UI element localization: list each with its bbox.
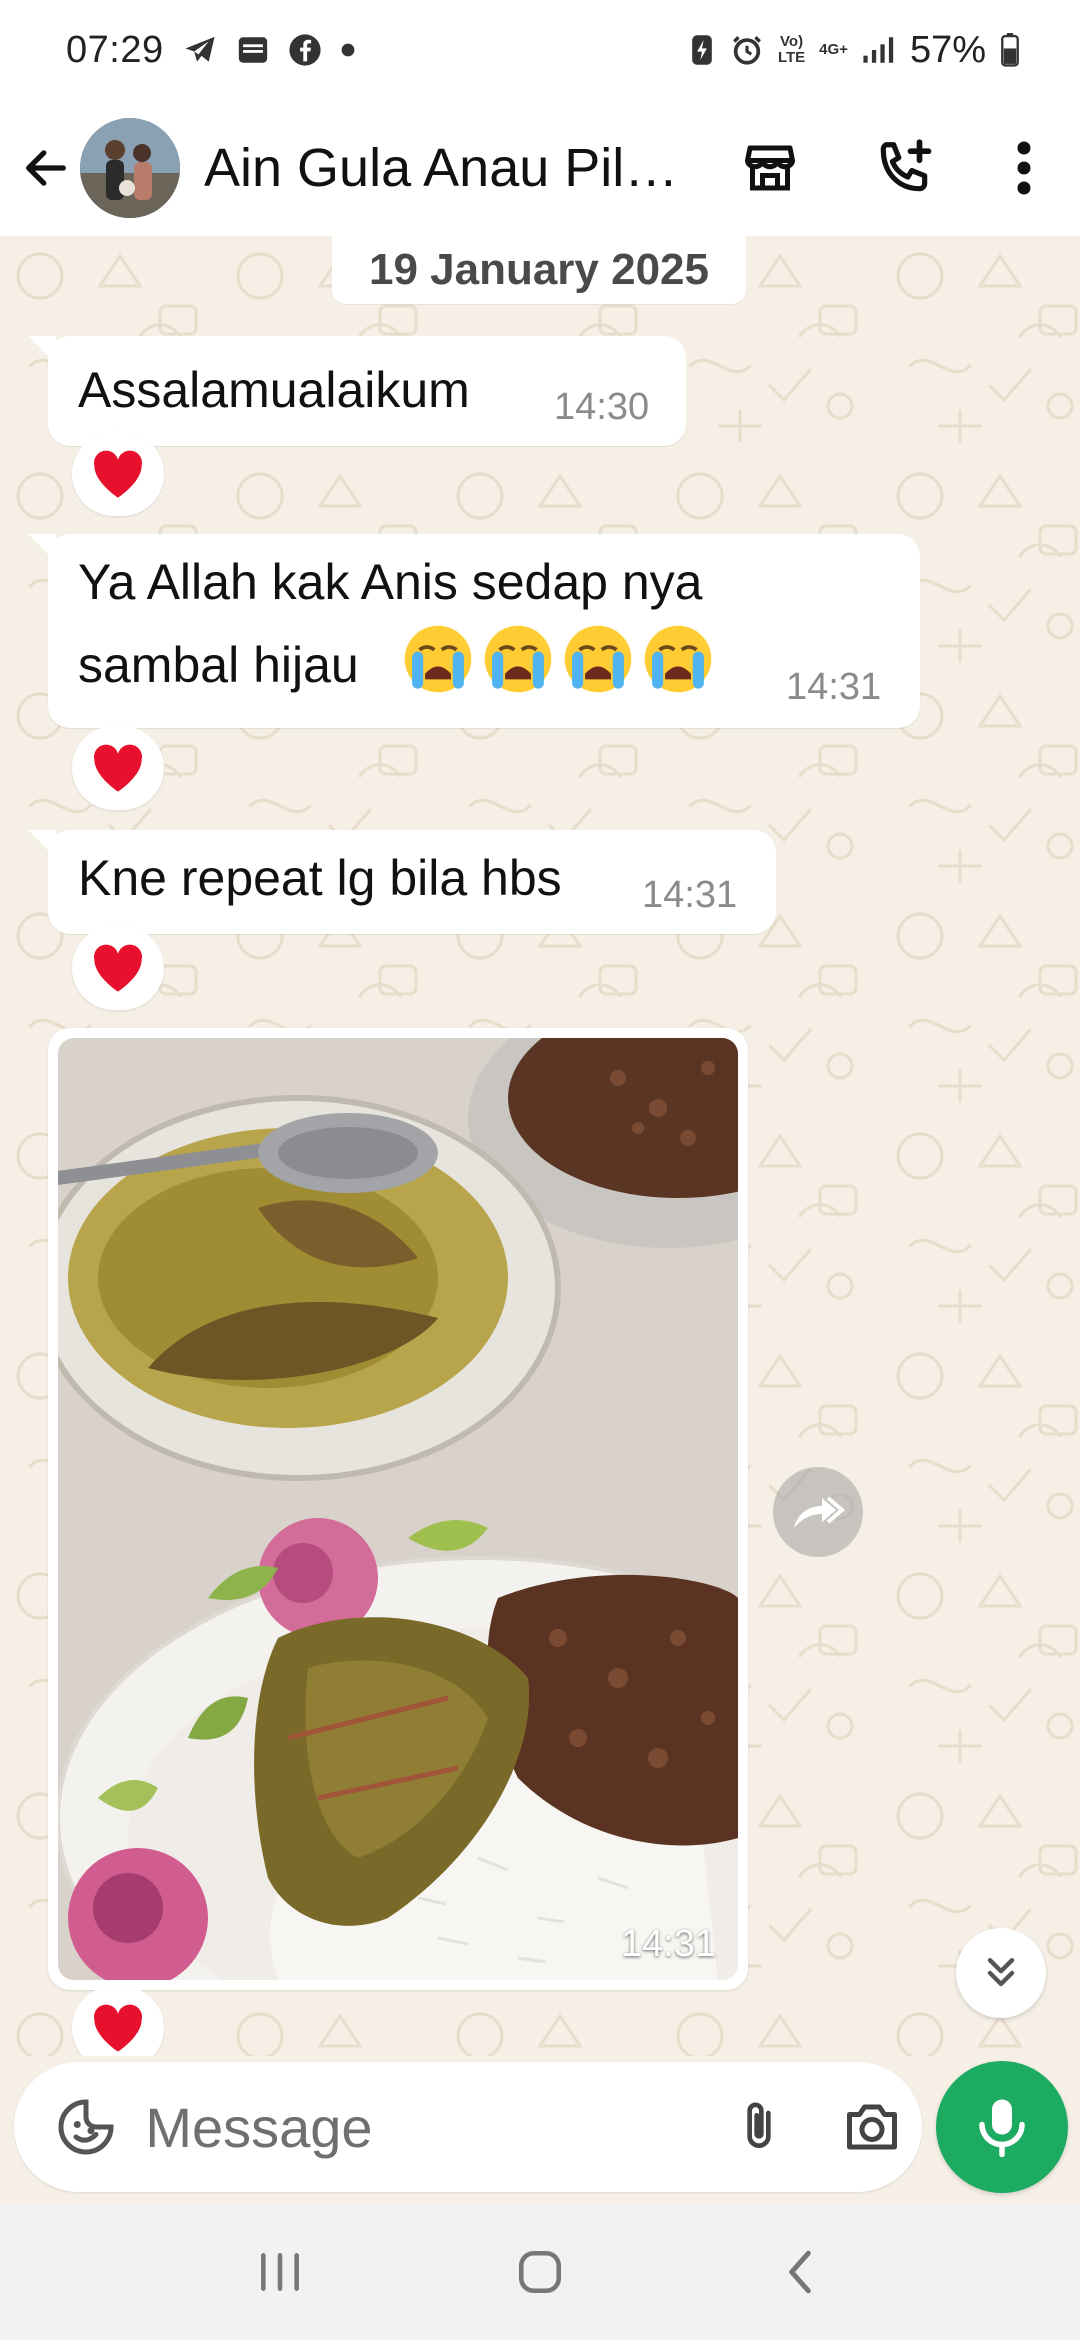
- nav-back-button[interactable]: [740, 2222, 860, 2322]
- reaction-badge[interactable]: [72, 926, 164, 1010]
- message-bubble[interactable]: Assalamualaikum 14:30: [48, 336, 686, 446]
- message-bubble[interactable]: Ya Allah kak Anis sedap nya sambal hijau…: [48, 534, 920, 728]
- double-chevron-down-icon: [987, 1957, 1015, 1987]
- home-button[interactable]: [480, 2222, 600, 2322]
- sticker-icon: [58, 2099, 114, 2155]
- message-time: 14:31: [620, 1923, 716, 1965]
- battery-percent: 57%: [909, 28, 986, 71]
- arrow-left-icon: [26, 150, 66, 186]
- crying-face-emoji: [484, 625, 551, 693]
- heart-icon: [94, 944, 143, 992]
- system-nav-bar: [0, 2204, 1080, 2340]
- crying-face-emoji: [564, 625, 631, 693]
- signal-icon: [862, 35, 896, 65]
- heart-icon: [94, 744, 143, 792]
- news-icon: [236, 33, 270, 67]
- message-input[interactable]: [145, 2094, 706, 2160]
- add-call-button[interactable]: [856, 120, 952, 216]
- message-time: 14:30: [554, 386, 650, 428]
- date-chip: 19 January 2025: [332, 236, 746, 304]
- more-vertical-icon: [1017, 141, 1031, 195]
- alarm-icon: [730, 33, 764, 67]
- sticker-button[interactable]: [36, 2077, 135, 2177]
- contact-name[interactable]: Ain Gula Anau Pilot Hantar...: [204, 137, 704, 199]
- recents-icon: [261, 2253, 299, 2291]
- scroll-down-button[interactable]: [956, 1928, 1046, 2018]
- telegram-icon: [182, 34, 218, 66]
- mic-icon: [979, 2099, 1025, 2157]
- chat-area[interactable]: 19 January 2025 Assalamualaikum 14:30 Ya…: [0, 236, 1080, 2056]
- home-icon: [518, 2250, 562, 2294]
- message-composer: [14, 2062, 922, 2192]
- food-photo[interactable]: 14:31: [58, 1038, 738, 1980]
- reaction-badge[interactable]: [72, 432, 164, 516]
- voice-message-button[interactable]: [936, 2061, 1068, 2193]
- dot-icon: [340, 42, 356, 58]
- shop-button[interactable]: [722, 120, 818, 216]
- message-time: 14:31: [642, 874, 738, 916]
- message-text: Ya Allah kak Anis sedap nya: [78, 554, 703, 610]
- image-message[interactable]: 14:31: [48, 1028, 748, 1990]
- facebook-icon: [288, 33, 322, 67]
- forward-button[interactable]: [773, 1467, 863, 1557]
- forward-icon: [794, 1496, 846, 1528]
- heart-icon: [94, 2004, 143, 2052]
- avatar[interactable]: [80, 118, 180, 218]
- status-bar: 07:29 Vo) LTE 4G+ 57%: [0, 0, 1080, 100]
- message-text-line2: sambal hijau: [78, 622, 721, 705]
- camera-icon: [847, 2104, 898, 2150]
- back-icon: [789, 2250, 811, 2294]
- status-time: 07:29: [66, 28, 164, 71]
- message-time: 14:31: [786, 666, 882, 708]
- message-text: sambal hijau: [78, 637, 359, 693]
- network-icon: 4G+: [819, 41, 848, 58]
- heart-icon: [94, 450, 143, 498]
- food-photo-graphic: [58, 1038, 738, 1980]
- attach-icon: [747, 2102, 771, 2148]
- add-call-icon: [880, 139, 932, 192]
- crying-face-emoji: [404, 625, 471, 693]
- status-notification-icons: [182, 33, 356, 67]
- crying-face-emoji: [644, 625, 711, 693]
- chat-header: Ain Gula Anau Pilot Hantar...: [0, 100, 1080, 236]
- attach-button[interactable]: [709, 2077, 808, 2177]
- message-text: Kne repeat lg bila hbs: [78, 850, 562, 906]
- reaction-badge[interactable]: [72, 726, 164, 810]
- recents-button[interactable]: [220, 2222, 340, 2322]
- shop-icon: [745, 145, 795, 191]
- message-text: Assalamualaikum: [78, 362, 470, 418]
- more-options-button[interactable]: [976, 120, 1072, 216]
- status-system-icons: Vo) LTE 4G+ 57%: [688, 29, 1020, 72]
- camera-button[interactable]: [823, 2077, 922, 2177]
- volte-icon: Vo) LTE: [777, 33, 806, 66]
- message-bubble[interactable]: Kne repeat lg bila hbs 14:31: [48, 830, 776, 934]
- reaction-badge[interactable]: [72, 1986, 164, 2056]
- battery-icon: [1000, 33, 1020, 67]
- battery-saver-icon: [688, 32, 716, 68]
